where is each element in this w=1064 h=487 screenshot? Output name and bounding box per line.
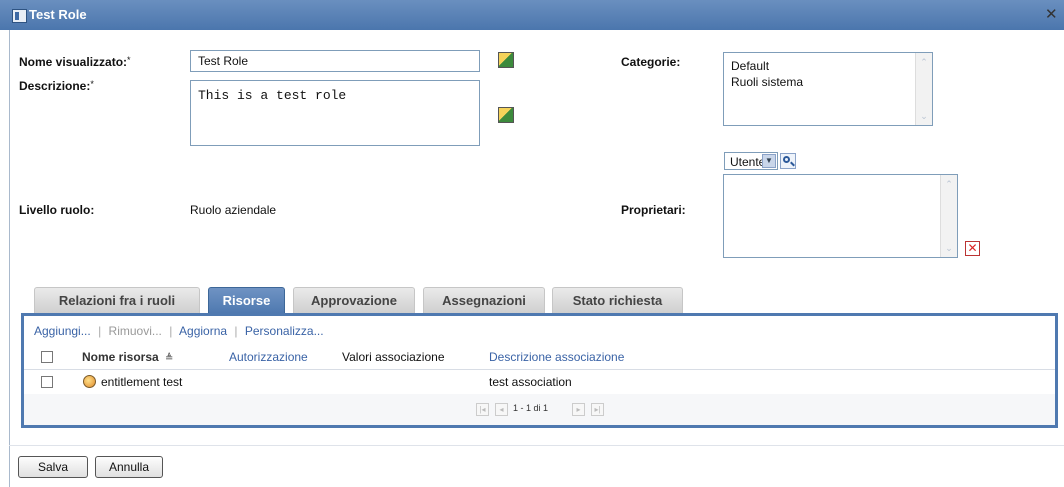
- save-button[interactable]: Salva: [18, 456, 88, 478]
- owners-listbox[interactable]: ⌃ ⌄: [723, 174, 958, 258]
- window-titlebar: [0, 0, 1064, 30]
- column-header-name[interactable]: Nome risorsa ≜: [82, 350, 173, 364]
- category-option[interactable]: Ruoli sistema: [731, 75, 803, 89]
- select-all-checkbox[interactable]: [41, 351, 53, 363]
- category-option[interactable]: Default: [731, 59, 769, 73]
- role-level-value: Ruolo aziendale: [190, 203, 277, 217]
- description-label: Descrizione:*: [19, 79, 94, 93]
- entitlement-icon: [83, 375, 96, 388]
- owners-scrollbar[interactable]: ⌃ ⌄: [940, 175, 957, 257]
- display-name-label: Nome visualizzato:*: [19, 55, 131, 69]
- categories-scrollbar[interactable]: ⌃ ⌄: [915, 53, 932, 125]
- refresh-link[interactable]: Aggiorna: [179, 324, 227, 338]
- tab-assignments[interactable]: Assegnazioni: [423, 287, 545, 313]
- owner-type-select[interactable]: Utente ▼: [724, 152, 778, 170]
- first-page-icon[interactable]: |◂: [476, 403, 489, 416]
- role-level-label: Livello ruolo:: [19, 203, 95, 217]
- sort-ascending-icon: ≜: [165, 353, 174, 364]
- role-icon: [12, 9, 27, 23]
- column-header-association-values: Valori associazione: [342, 350, 445, 364]
- remove-link[interactable]: Rimuovi...: [109, 324, 162, 338]
- window-title: Test Role: [29, 7, 87, 22]
- language-editor-icon[interactable]: [498, 107, 514, 123]
- pagination-text: 1 - 1 di 1: [513, 403, 549, 413]
- footer-divider: [9, 445, 1064, 446]
- column-header-association-description[interactable]: Descrizione associazione: [489, 350, 624, 364]
- owners-label: Proprietari:: [621, 203, 686, 217]
- tab-role-relations[interactable]: Relazioni fra i ruoli: [34, 287, 200, 313]
- categories-listbox[interactable]: Default Ruoli sistema ⌃ ⌄: [723, 52, 933, 126]
- chevron-down-icon: ▼: [762, 154, 776, 168]
- last-page-icon[interactable]: ▸|: [591, 403, 604, 416]
- tab-resources[interactable]: Risorse: [208, 287, 285, 313]
- row-checkbox[interactable]: [41, 376, 53, 388]
- resource-name[interactable]: entitlement test: [101, 375, 182, 389]
- next-page-icon[interactable]: ▸: [572, 403, 585, 416]
- cancel-button[interactable]: Annulla: [95, 456, 163, 478]
- column-header-authorization[interactable]: Autorizzazione: [229, 350, 308, 364]
- red-x-icon[interactable]: ✕: [965, 241, 980, 256]
- resources-toolbar: Aggiungi... | Rimuovi... | Aggiorna | Pe…: [34, 324, 324, 338]
- tab-approval[interactable]: Approvazione: [293, 287, 415, 313]
- language-editor-icon[interactable]: [498, 52, 514, 68]
- display-name-input[interactable]: Test Role: [190, 50, 480, 72]
- previous-page-icon[interactable]: ◂: [495, 403, 508, 416]
- tab-request-status[interactable]: Stato richiesta: [552, 287, 683, 313]
- magnifier-icon[interactable]: [780, 153, 796, 169]
- close-icon[interactable]: ✕: [1045, 5, 1058, 23]
- association-description: test association: [489, 375, 572, 389]
- add-link[interactable]: Aggiungi...: [34, 324, 91, 338]
- categories-label: Categorie:: [621, 55, 681, 69]
- description-textarea[interactable]: This is a test role: [190, 80, 480, 146]
- customize-link[interactable]: Personalizza...: [245, 324, 324, 338]
